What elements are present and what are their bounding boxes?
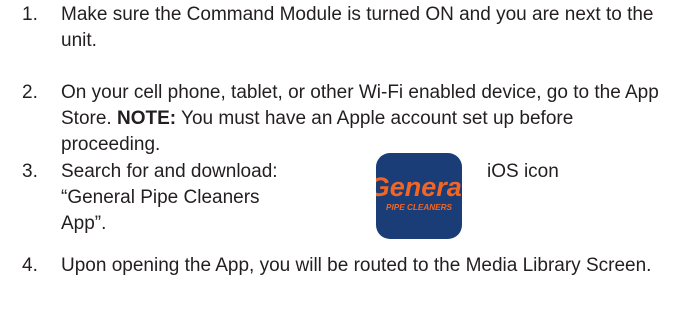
app-name-text: “General Pipe Cleaners App”.	[61, 187, 260, 234]
icon-caption: iOS icon	[487, 161, 559, 182]
general-pipe-cleaners-app-icon: General PIPE CLEANERS	[376, 153, 462, 239]
note-label: NOTE:	[116, 108, 177, 129]
step-text: On your cell phone, tablet, or other Wi-…	[61, 80, 661, 158]
step-text: Search for and download: “General Pipe C…	[61, 159, 301, 237]
step-number: 3.	[22, 161, 38, 182]
step-text: Upon opening the App, you will be routed…	[61, 255, 652, 276]
step-number: 2.	[22, 82, 38, 103]
app-tagline: PIPE CLEANERS	[386, 203, 453, 212]
step-number: 1.	[22, 4, 38, 25]
step-number: 4.	[22, 255, 38, 276]
instruction-list: 1. Make sure the Command Module is turne…	[0, 0, 680, 312]
step-text: Make sure the Command Module is turned O…	[61, 4, 654, 51]
step-text-line-1: Search for and download:	[61, 161, 278, 182]
app-brand-word: General	[376, 172, 462, 202]
app-logo: General PIPE CLEANERS	[376, 172, 462, 212]
